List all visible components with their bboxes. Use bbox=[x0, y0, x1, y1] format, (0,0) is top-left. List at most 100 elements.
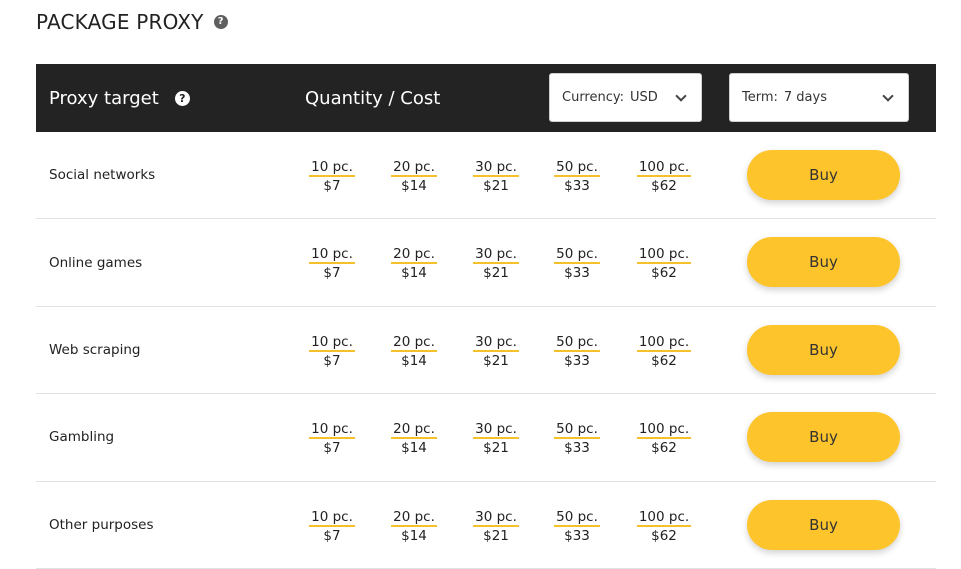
question-circle-icon[interactable]: ? bbox=[213, 15, 228, 29]
page-title-block: PACKAGE PROXY ? bbox=[36, 10, 228, 34]
option-quantity: 20 pc. bbox=[391, 508, 437, 527]
option-cost: $14 bbox=[401, 265, 427, 282]
option-quantity: 100 pc. bbox=[636, 159, 692, 177]
package-option[interactable]: 50 pc. $33 bbox=[542, 158, 612, 195]
option-quantity: 50 pc. bbox=[554, 508, 600, 527]
option-cost: $14 bbox=[401, 352, 427, 369]
proxy-target-name: Gambling bbox=[49, 429, 115, 446]
option-cost: $21 bbox=[483, 527, 509, 544]
option-cost: $21 bbox=[483, 352, 509, 369]
option-quantity: 20 pc. bbox=[391, 333, 437, 352]
option-cost: $14 bbox=[401, 440, 427, 457]
option-quantity: 10 pc. bbox=[309, 508, 355, 527]
package-option[interactable]: 50 pc. $33 bbox=[542, 245, 612, 282]
package-option[interactable]: 100 pc. $62 bbox=[629, 245, 699, 282]
package-option[interactable]: 10 pc. $7 bbox=[297, 420, 367, 457]
term-label: Term: bbox=[742, 90, 778, 105]
buy-button[interactable]: Buy bbox=[747, 150, 900, 200]
package-option[interactable]: 30 pc. $21 bbox=[461, 245, 531, 282]
option-cost: $62 bbox=[651, 265, 677, 282]
page-title: PACKAGE PROXY bbox=[36, 10, 204, 34]
package-option[interactable]: 30 pc. $21 bbox=[461, 333, 531, 370]
chevron-down-icon bbox=[675, 90, 687, 102]
quantity-cost-header: Quantity / Cost bbox=[305, 87, 441, 109]
option-quantity: 20 pc. bbox=[391, 421, 437, 440]
currency-select[interactable]: Currency: USD bbox=[549, 73, 702, 122]
proxy-target-name: Web scraping bbox=[49, 341, 141, 358]
package-option[interactable]: 100 pc. $62 bbox=[629, 158, 699, 195]
option-quantity: 50 pc. bbox=[554, 159, 600, 177]
option-cost: $21 bbox=[483, 440, 509, 457]
option-quantity: 30 pc. bbox=[473, 508, 519, 527]
package-option[interactable]: 50 pc. $33 bbox=[542, 508, 612, 545]
option-cost: $33 bbox=[564, 352, 590, 369]
option-cost: $33 bbox=[564, 178, 590, 194]
buy-button[interactable]: Buy bbox=[747, 412, 900, 463]
option-cost: $14 bbox=[401, 527, 427, 544]
package-option[interactable]: 20 pc. $14 bbox=[379, 158, 449, 195]
package-option[interactable]: 10 pc. $7 bbox=[297, 158, 367, 195]
package-option[interactable]: 20 pc. $14 bbox=[379, 245, 449, 282]
option-cost: $62 bbox=[651, 440, 677, 457]
option-quantity: 20 pc. bbox=[391, 159, 437, 177]
option-quantity: 20 pc. bbox=[391, 246, 437, 265]
option-quantity: 30 pc. bbox=[473, 421, 519, 440]
option-cost: $7 bbox=[323, 440, 341, 457]
currency-label: Currency: bbox=[562, 90, 625, 105]
option-cost: $33 bbox=[564, 265, 590, 282]
package-option[interactable]: 50 pc. $33 bbox=[542, 420, 612, 457]
option-quantity: 100 pc. bbox=[636, 333, 692, 352]
option-cost: $7 bbox=[323, 352, 341, 369]
option-cost: $62 bbox=[651, 527, 677, 544]
package-option[interactable]: 10 pc. $7 bbox=[297, 245, 367, 282]
term-select[interactable]: Term: 7 days bbox=[729, 73, 909, 122]
package-option[interactable]: 10 pc. $7 bbox=[297, 508, 367, 545]
option-quantity: 10 pc. bbox=[309, 421, 355, 440]
package-option[interactable]: 20 pc. $14 bbox=[379, 420, 449, 457]
package-option[interactable]: 30 pc. $21 bbox=[461, 158, 531, 195]
option-cost: $7 bbox=[323, 527, 341, 544]
option-quantity: 10 pc. bbox=[309, 246, 355, 265]
proxy-target-label: Proxy target bbox=[49, 87, 159, 109]
option-quantity: 10 pc. bbox=[309, 159, 355, 177]
table-row: Web scraping 10 pc. $7 20 pc. $14 30 pc. $2… bbox=[36, 307, 936, 395]
table-row: Social networks 10 pc. $7 20 pc. $14 30 pc… bbox=[36, 132, 936, 220]
buy-button[interactable]: Buy bbox=[747, 499, 900, 550]
option-quantity: 50 pc. bbox=[554, 333, 600, 352]
package-option[interactable]: 10 pc. $7 bbox=[297, 333, 367, 370]
package-option[interactable]: 30 pc. $21 bbox=[461, 508, 531, 545]
proxy-target-name: Online games bbox=[49, 254, 143, 271]
option-cost: $33 bbox=[564, 527, 590, 544]
currency-value: USD bbox=[630, 90, 658, 105]
option-quantity: 100 pc. bbox=[636, 421, 692, 440]
option-cost: $33 bbox=[564, 440, 590, 457]
term-value: 7 days bbox=[783, 90, 827, 105]
option-cost: $21 bbox=[483, 265, 509, 282]
proxy-target-header: Proxy target ? bbox=[49, 64, 190, 132]
option-cost: $62 bbox=[651, 352, 677, 369]
option-cost: $21 bbox=[483, 178, 509, 194]
package-option[interactable]: 20 pc. $14 bbox=[379, 508, 449, 545]
table-row: Gambling 10 pc. $7 20 pc. $14 30 pc. $21 50… bbox=[36, 394, 936, 482]
proxy-target-name: Other purposes bbox=[49, 516, 154, 533]
option-cost: $7 bbox=[323, 178, 341, 194]
package-option[interactable]: 100 pc. $62 bbox=[629, 508, 699, 545]
package-table: Social networks 10 pc. $7 20 pc. $14 30 pc… bbox=[36, 132, 936, 569]
chevron-down-icon bbox=[882, 90, 894, 102]
question-circle-icon[interactable]: ? bbox=[174, 90, 190, 106]
package-option[interactable]: 50 pc. $33 bbox=[542, 333, 612, 370]
package-option[interactable]: 100 pc. $62 bbox=[629, 333, 699, 370]
option-cost: $7 bbox=[323, 265, 341, 282]
package-option[interactable]: 30 pc. $21 bbox=[461, 420, 531, 457]
option-quantity: 30 pc. bbox=[473, 246, 519, 265]
buy-button[interactable]: Buy bbox=[747, 237, 900, 288]
package-option[interactable]: 20 pc. $14 bbox=[379, 333, 449, 370]
buy-button[interactable]: Buy bbox=[747, 324, 900, 375]
table-row: Other purposes 10 pc. $7 20 pc. $14 30 pc.… bbox=[36, 482, 936, 569]
package-option[interactable]: 100 pc. $62 bbox=[629, 420, 699, 457]
option-cost: $62 bbox=[651, 178, 677, 194]
table-header: Proxy target ? Quantity / Cost Currency:… bbox=[36, 64, 936, 132]
option-quantity: 30 pc. bbox=[473, 333, 519, 352]
option-quantity: 100 pc. bbox=[636, 508, 692, 527]
option-cost: $14 bbox=[401, 178, 427, 194]
